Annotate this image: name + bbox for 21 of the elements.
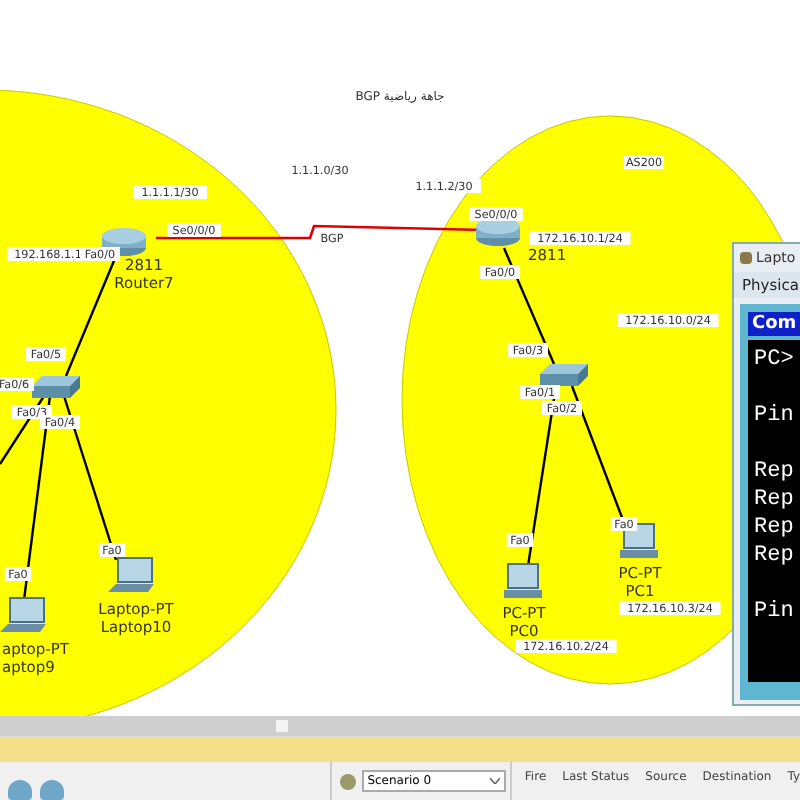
router-icon[interactable] xyxy=(8,780,32,800)
terminal-line: Rep xyxy=(754,458,796,486)
caret-icon xyxy=(489,778,500,784)
horizontal-scrollbar[interactable] xyxy=(0,716,800,736)
switch-icon[interactable] xyxy=(32,376,80,398)
terminal-line: PC> xyxy=(754,346,796,374)
globe-icon[interactable] xyxy=(339,773,356,789)
router-icon[interactable] xyxy=(40,780,64,800)
laptop-app-icon xyxy=(740,252,752,264)
pc-icon[interactable] xyxy=(504,563,542,598)
laptop-icon[interactable] xyxy=(108,557,154,592)
command-prompt-title: Com xyxy=(748,312,800,336)
laptop-icon[interactable] xyxy=(0,597,46,632)
ethernet-link xyxy=(64,255,118,377)
terminal-line: Pin xyxy=(754,402,796,430)
terminal-line: Rep xyxy=(754,514,796,542)
switch-icon[interactable] xyxy=(540,364,588,386)
terminal-line: Rep xyxy=(754,542,796,570)
router-icon[interactable] xyxy=(476,218,520,246)
terminal-line: Pin xyxy=(754,598,796,626)
terminal-line: Rep xyxy=(754,486,796,514)
